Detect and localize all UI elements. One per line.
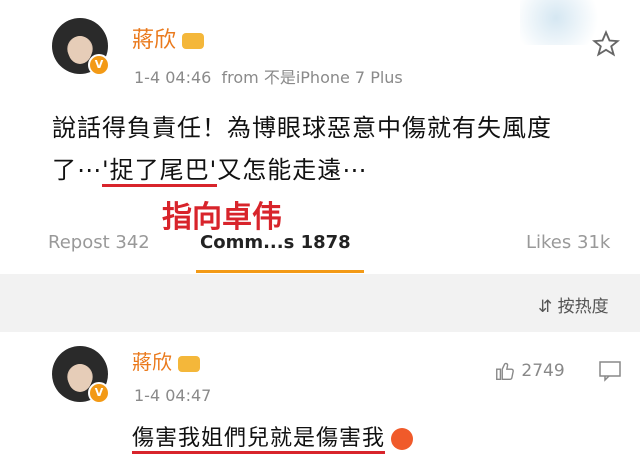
- post-text-line-1: 說話得負責任！為博眼球惡意中傷就有失風度: [52, 114, 552, 142]
- sort-button[interactable]: ⇵ 按热度: [538, 292, 609, 317]
- comment-crown-icon: [178, 355, 200, 372]
- post-time: 1-4 04:46: [134, 68, 212, 87]
- comment-text: 傷害我姐們兒就是傷害我: [132, 420, 414, 454]
- comments-tab[interactable]: Comm...s 1878: [200, 232, 351, 253]
- angry-emoji-icon: [391, 428, 414, 450]
- comment-like-button[interactable]: 2749: [494, 360, 565, 382]
- post-text-prefix: 了⋯: [52, 156, 102, 184]
- verified-icon: V: [88, 54, 110, 76]
- author-name[interactable]: 蔣欣: [132, 22, 205, 54]
- reply-icon[interactable]: [598, 360, 622, 382]
- star-icon[interactable]: [592, 30, 620, 58]
- post-text-quote: '捉了尾巴': [102, 156, 218, 187]
- sort-icon: ⇵: [538, 297, 553, 317]
- post-meta: 1-4 04:46 from 不是iPhone 7 Plus: [134, 64, 403, 88]
- comment-verified-icon: V: [88, 382, 110, 404]
- likes-button[interactable]: Likes 31k: [526, 232, 610, 253]
- post-text-line-2: 了⋯'捉了尾巴'又怎能走遠⋯: [52, 150, 368, 187]
- comment-author[interactable]: 蔣欣: [132, 346, 200, 375]
- comment-author-text: 蔣欣: [132, 350, 172, 374]
- comment-avatar[interactable]: V: [52, 346, 110, 404]
- avatar[interactable]: V: [52, 18, 110, 76]
- repost-button[interactable]: Repost 342: [48, 232, 150, 253]
- sort-label: 按热度: [557, 297, 609, 317]
- from-label: from: [221, 68, 259, 87]
- post-text-suffix: 又怎能走遠⋯: [217, 156, 368, 184]
- comment-time: 1-4 04:47: [134, 386, 212, 405]
- comment-like-count: 2749: [521, 361, 565, 381]
- red-annotation: 指向卓伟: [162, 200, 282, 235]
- thumbs-up-icon: [496, 362, 514, 380]
- device-label: 不是iPhone 7 Plus: [263, 68, 403, 87]
- active-tab-indicator: [196, 270, 364, 273]
- crown-badge-icon: [182, 33, 205, 49]
- comment-text-content: 傷害我姐們兒就是傷害我: [132, 426, 386, 454]
- author-name-text: 蔣欣: [132, 28, 177, 53]
